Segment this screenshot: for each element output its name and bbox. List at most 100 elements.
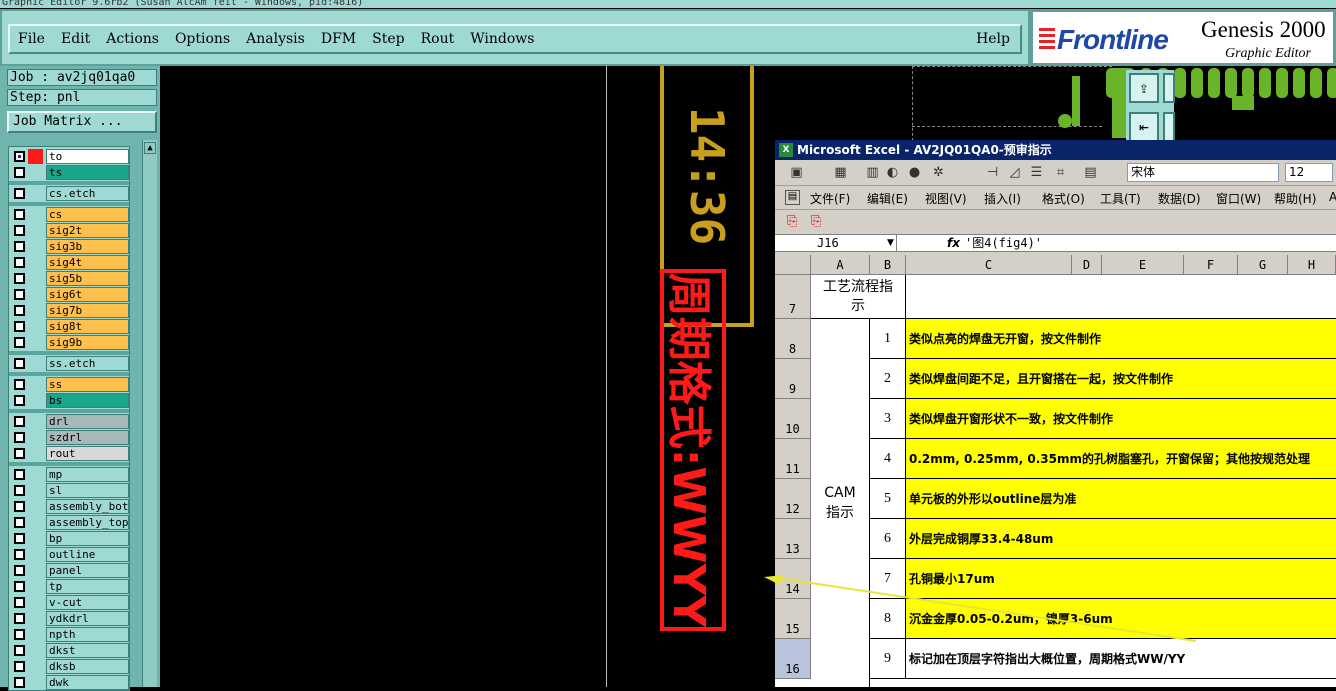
format-icon[interactable]: ▤ [1083, 165, 1098, 180]
corner-cell[interactable] [775, 255, 811, 275]
layer-checkbox[interactable] [14, 358, 25, 369]
item-number-cell[interactable]: 1 [870, 319, 906, 359]
col-header-c[interactable]: C [906, 255, 1072, 275]
menu-dfm[interactable]: DFM [313, 31, 364, 47]
layout-icon[interactable]: ▥ [865, 165, 880, 180]
item-number-cell[interactable]: 3 [870, 399, 906, 439]
layer-checkbox[interactable] [14, 533, 25, 544]
menu-rout[interactable]: Rout [413, 31, 463, 47]
instruction-cell[interactable]: 孔铜最小17um [906, 559, 1336, 599]
layer-row-assembly_top[interactable]: assembly_top [11, 515, 129, 530]
layer-scrollbar[interactable]: ▲ [142, 140, 157, 687]
formula-input[interactable]: '图4(fig4)' [965, 235, 1042, 251]
name-box[interactable]: J16 [775, 235, 897, 251]
font-size-select[interactable]: 12 [1285, 163, 1333, 182]
pdf-icon[interactable]: ⎘ [787, 214, 797, 229]
layer-checkbox[interactable] [14, 395, 25, 406]
layer-row-dwk[interactable]: dwk [11, 675, 129, 690]
layer-checkbox[interactable] [14, 549, 25, 560]
layer-row-ss[interactable]: ss [11, 377, 129, 392]
excel-menu-tools[interactable]: 工具(T) [1100, 190, 1141, 207]
menu-analysis[interactable]: Analysis [238, 31, 313, 47]
col-header-h[interactable]: H [1288, 255, 1336, 275]
layer-row-ydkdrl[interactable]: ydkdrl [11, 611, 129, 626]
excel-menu-edit[interactable]: 编辑(E) [867, 190, 908, 207]
layer-row-assembly_bot[interactable]: assembly_bot [11, 499, 129, 514]
resize-icon[interactable]: ⌗ [1053, 165, 1068, 180]
excel-menu-window[interactable]: 窗口(W) [1216, 190, 1261, 207]
circle-icon[interactable]: ● [907, 165, 922, 180]
layer-checkbox[interactable] [14, 241, 25, 252]
row-header[interactable]: 9 [775, 359, 811, 399]
col-header-g[interactable]: G [1238, 255, 1288, 275]
layer-checkbox[interactable] [14, 337, 25, 348]
excel-menu-file[interactable]: 文件(F) [810, 190, 850, 207]
picture-icon[interactable]: ▦ [833, 165, 848, 180]
layer-row-to[interactable]: to [11, 149, 129, 164]
excel-menu-data[interactable]: 数据(D) [1158, 190, 1201, 207]
menu-step[interactable]: Step [364, 31, 412, 47]
layer-row-bs[interactable]: bs [11, 393, 129, 408]
row-header[interactable]: 15 [775, 599, 811, 639]
excel-menu-view[interactable]: 视图(V) [925, 190, 967, 207]
layer-checkbox[interactable] [14, 257, 25, 268]
side-tool-3-icon[interactable] [1163, 73, 1175, 103]
menu-options[interactable]: Options [167, 31, 238, 47]
layer-checkbox[interactable] [14, 305, 25, 316]
item-number-cell[interactable]: 7 [870, 559, 906, 599]
layer-row-ts[interactable]: ts [11, 165, 129, 180]
col-header-e[interactable]: E [1102, 255, 1184, 275]
layer-checkbox[interactable] [14, 565, 25, 576]
layer-row-dkst[interactable]: dkst [11, 643, 129, 658]
layer-checkbox[interactable] [14, 379, 25, 390]
layer-checkbox[interactable] [14, 167, 25, 178]
layer-checkbox[interactable] [14, 273, 25, 284]
excel-window[interactable]: X Microsoft Excel - AV2JQ01QA0-预审指示 ▣ ▦ … [775, 140, 1336, 687]
instruction-cell[interactable]: 沉金金厚0.05-0.2um，镍厚3-6um [906, 599, 1336, 639]
side-tool-1-icon[interactable]: ⇪ [1129, 73, 1159, 103]
layer-row-sig3b[interactable]: sig3b [11, 239, 129, 254]
layer-checkbox[interactable] [14, 677, 25, 688]
layer-row-sig8t[interactable]: sig8t [11, 319, 129, 334]
layer-checkbox[interactable] [14, 321, 25, 332]
layer-row-sig5b[interactable]: sig5b [11, 271, 129, 286]
row-header[interactable]: 13 [775, 519, 811, 559]
instruction-cell[interactable]: 类似焊盘开窗形状不一致，按文件制作 [906, 399, 1336, 439]
process-header-cell[interactable]: 工艺流程指示 [811, 275, 906, 319]
layer-row-sig9b[interactable]: sig9b [11, 335, 129, 350]
layer-checkbox[interactable] [14, 485, 25, 496]
layer-checkbox[interactable] [14, 613, 25, 624]
scroll-up-icon[interactable]: ▲ [144, 142, 156, 154]
layer-checkbox[interactable] [14, 416, 25, 427]
layer-row-npth[interactable]: npth [11, 627, 129, 642]
excel-menu-format[interactable]: 格式(O) [1042, 190, 1085, 207]
menu-help[interactable]: Help [968, 31, 1020, 47]
layer-row-sig6t[interactable]: sig6t [11, 287, 129, 302]
layer-row-cs.etch[interactable]: cs.etch [11, 186, 129, 201]
layer-checkbox[interactable] [14, 151, 25, 162]
layer-checkbox[interactable] [14, 209, 25, 220]
layer-checkbox[interactable] [14, 432, 25, 443]
item-number-cell[interactable]: 2 [870, 359, 906, 399]
menu-edit[interactable]: Edit [53, 31, 98, 47]
layer-row-panel[interactable]: panel [11, 563, 129, 578]
instruction-cell[interactable]: 类似焊盘间距不足，且开窗搭在一起，按文件制作 [906, 359, 1336, 399]
layer-checkbox[interactable] [14, 661, 25, 672]
col-header-a[interactable]: A [811, 255, 870, 275]
layer-row-mp[interactable]: mp [11, 467, 129, 482]
layer-checkbox[interactable] [14, 188, 25, 199]
instruction-cell[interactable]: 单元板的外形以outline层为准 [906, 479, 1336, 519]
layer-row-bp[interactable]: bp [11, 531, 129, 546]
menu-file[interactable]: File [10, 31, 53, 47]
star-icon[interactable]: ✲ [931, 165, 946, 180]
instruction-cell[interactable]: 标记加在顶层字符指出大概位置，周期格式WW/YY [906, 639, 1336, 679]
layer-checkbox[interactable] [14, 501, 25, 512]
font-select[interactable]: 宋体 [1127, 163, 1279, 182]
layer-row-tp[interactable]: tp [11, 579, 129, 594]
side-tool-2-icon[interactable]: ⇤ [1129, 112, 1159, 142]
save-icon[interactable]: ▣ [789, 165, 804, 180]
layer-checkbox[interactable] [14, 645, 25, 656]
layer-row-szdrl[interactable]: szdrl [11, 430, 129, 445]
instruction-cell[interactable]: 类似点亮的焊盘无开窗，按文件制作 [906, 319, 1336, 359]
row-header[interactable]: 11 [775, 439, 811, 479]
